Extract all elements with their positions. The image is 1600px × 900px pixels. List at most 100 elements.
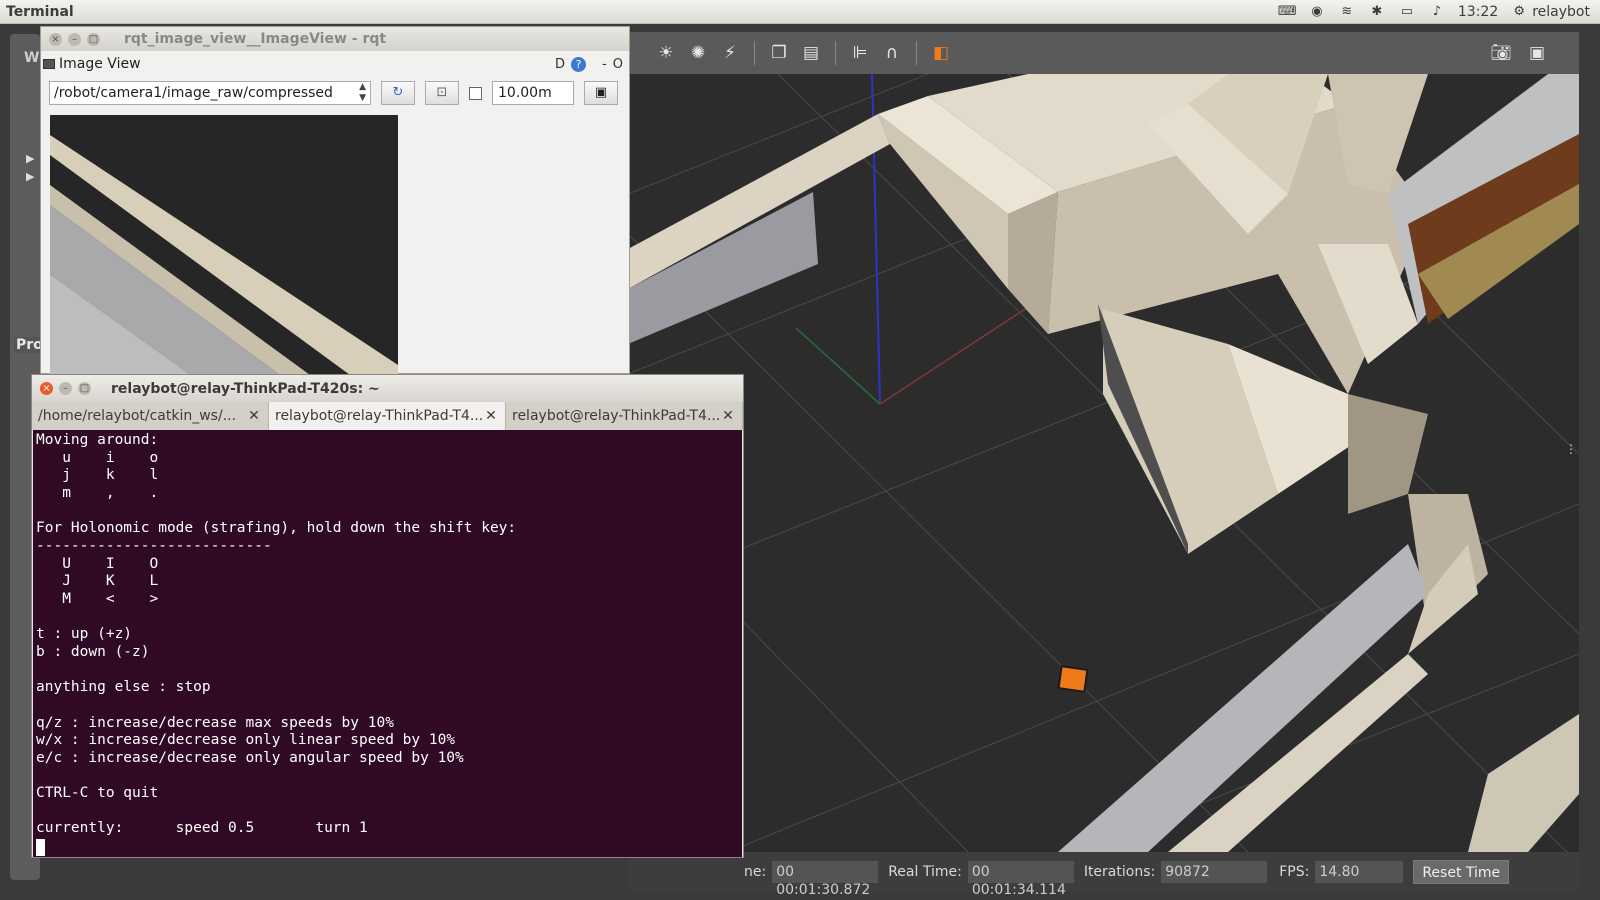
terminal-titlebar[interactable]: × – □ relaybot@relay-ThinkPad-T420s: ~	[32, 375, 743, 402]
rqt-titlebar[interactable]: × – □ rqt_image_view__ImageView - rqt	[41, 27, 629, 51]
sync-icon[interactable]: ◉	[1308, 4, 1326, 19]
close-icon[interactable]: ×	[49, 32, 62, 46]
terminal-tab-label: /home/relaybot/catkin_ws/...	[38, 408, 237, 424]
close-tab-icon[interactable]: ✕	[246, 408, 262, 424]
fps-field: 14.80	[1315, 861, 1404, 883]
image-view-icon	[43, 59, 55, 69]
real-time-field: 00 00:01:34.114	[967, 861, 1074, 898]
help-icon[interactable]: ?	[571, 56, 587, 72]
wifi-icon[interactable]: ≋	[1338, 4, 1356, 19]
point-light-icon[interactable]: ✺	[686, 41, 710, 65]
background-window-label: W	[24, 50, 40, 66]
zoom-1-icon[interactable]: ⊡	[425, 81, 459, 105]
snap-icon[interactable]: ∩	[880, 41, 904, 65]
user-name[interactable]: relaybot	[1532, 4, 1590, 20]
max-range-spinbox[interactable]: 10.00m	[492, 81, 574, 105]
plugin-title: Image View	[59, 56, 141, 72]
toolbar-separator	[835, 41, 836, 65]
battery-icon[interactable]: ▭	[1398, 4, 1416, 19]
smooth-scaling-checkbox[interactable]	[469, 86, 482, 100]
terminal-tab-label: relaybot@relay-ThinkPad-T4...	[512, 408, 720, 424]
topic-select-value: /robot/camera1/image_raw/compressed	[54, 85, 333, 101]
spot-light-icon[interactable]: ⚡	[718, 41, 742, 65]
rqt-window: × – □ rqt_image_view__ImageView - rqt Im…	[40, 26, 630, 375]
sim-time-label: ne:	[744, 864, 767, 880]
close-icon[interactable]: ×	[40, 382, 53, 395]
terminal-line: J K L	[36, 573, 159, 590]
terminal-tab[interactable]: relaybot@relay-ThinkPad-T4... ✕	[506, 402, 743, 430]
rqt-plugin-bar: Image View D ? - O	[41, 51, 629, 77]
terminal-line: Moving around:	[36, 432, 159, 448]
copy-icon[interactable]: ❐	[767, 41, 791, 65]
maximize-icon[interactable]: □	[87, 32, 100, 46]
save-image-icon[interactable]: ▣	[584, 81, 618, 105]
sim-time-field: 00 00:01:30.872	[772, 861, 879, 898]
terminal-line: ---------------------------	[36, 537, 272, 554]
box-shape-icon[interactable]: ◧	[929, 41, 953, 65]
plugin-minimize-button[interactable]: -	[602, 57, 607, 72]
expand-arrow-icon[interactable]: ▶	[26, 152, 34, 165]
top-panel: Terminal ⌨ ◉ ≋ ✱ ▭ ♪ 13:22 ⚙ relaybot	[0, 0, 1600, 24]
paste-icon[interactable]: ▤	[799, 41, 823, 65]
terminal-line: w/x : increase/decrease only linear spee…	[36, 732, 456, 749]
scene-render[interactable]	[628, 74, 1579, 852]
real-time-label: Real Time:	[888, 864, 962, 880]
expand-arrow-icon[interactable]: ▶	[26, 170, 34, 183]
clock[interactable]: 13:22	[1458, 4, 1498, 20]
gazebo-status-bar: ne: 00 00:01:30.872 Real Time: 00 00:01:…	[628, 852, 1579, 898]
close-tab-icon[interactable]: ✕	[483, 408, 499, 424]
terminal-line: u i o	[36, 449, 159, 466]
maximize-icon[interactable]: □	[78, 382, 91, 395]
plugin-dock-button[interactable]: D	[555, 57, 565, 72]
terminal-output[interactable]: Moving around: u i o j k l m , . For Hol…	[33, 430, 742, 857]
viewport-splitter-handle[interactable]: ⋮	[1565, 442, 1577, 456]
minimize-icon[interactable]: –	[68, 32, 81, 46]
camera-frame	[50, 115, 398, 375]
terminal-line: b : down (-z)	[36, 643, 150, 660]
terminal-line: j k l	[36, 467, 159, 484]
screenshot-icon[interactable]: 📷︎	[1489, 41, 1513, 65]
chevron-updown-icon: ▲ ▼	[359, 82, 366, 103]
terminal-line: For Holonomic mode (strafing), hold down…	[36, 520, 517, 537]
rqt-window-title: rqt_image_view__ImageView - rqt	[124, 31, 387, 47]
terminal-tabs: /home/relaybot/catkin_ws/... ✕ relaybot@…	[32, 402, 743, 430]
terminal-line: CTRL-C to quit	[36, 785, 159, 802]
terminal-line: q/z : increase/decrease max speeds by 10…	[36, 714, 394, 731]
terminal-tab-active[interactable]: relaybot@relay-ThinkPad-T4... ✕	[269, 402, 506, 430]
reset-time-button[interactable]: Reset Time	[1413, 860, 1510, 884]
plugin-controls: D ? - O	[555, 56, 629, 72]
iterations-field: 90872	[1161, 861, 1268, 883]
sun-light-icon[interactable]: ☀	[654, 41, 678, 65]
align-icon[interactable]: ⊫	[848, 41, 872, 65]
system-tray: ⌨ ◉ ≋ ✱ ▭ ♪ 13:22 ⚙ relaybot	[1278, 4, 1600, 20]
terminal-line: e/c : increase/decrease only angular spe…	[36, 749, 464, 766]
gazebo-right-tools: 📷︎ ▣	[1489, 41, 1549, 65]
terminal-line: currently: speed 0.5 turn 1	[36, 820, 368, 837]
terminal-line: M < >	[36, 590, 159, 607]
topic-select[interactable]: /robot/camera1/image_raw/compressed ▲ ▼	[49, 81, 371, 105]
toolbar-separator	[754, 41, 755, 65]
iterations-label: Iterations:	[1083, 864, 1156, 880]
gazebo-toolbar: ☀ ✺ ⚡ ❐ ▤ ⊫ ∩ ◧ 📷︎ ▣	[628, 32, 1579, 74]
gear-icon[interactable]: ⚙	[1510, 4, 1528, 19]
terminal-line: U I O	[36, 555, 159, 572]
gazebo-3d-viewport[interactable]	[628, 74, 1579, 852]
close-tab-icon[interactable]: ✕	[720, 408, 736, 424]
plugin-close-button[interactable]: O	[613, 57, 623, 72]
camera-image[interactable]	[50, 115, 398, 375]
keyboard-icon[interactable]: ⌨	[1278, 4, 1297, 19]
terminal-line: m , .	[36, 484, 159, 501]
terminal-line: t : up (+z)	[36, 626, 133, 643]
refresh-icon[interactable]: ↻	[381, 81, 415, 105]
minimize-icon[interactable]: –	[59, 382, 72, 395]
bluetooth-icon[interactable]: ✱	[1368, 4, 1386, 19]
gazebo-window: ☀ ✺ ⚡ ❐ ▤ ⊫ ∩ ◧ 📷︎ ▣ ⋮ ne: 00 00:01:30.8…	[628, 32, 1579, 898]
log-icon[interactable]: ▣	[1525, 41, 1549, 65]
volume-icon[interactable]: ♪	[1428, 4, 1446, 19]
terminal-tab[interactable]: /home/relaybot/catkin_ws/... ✕	[32, 402, 269, 430]
